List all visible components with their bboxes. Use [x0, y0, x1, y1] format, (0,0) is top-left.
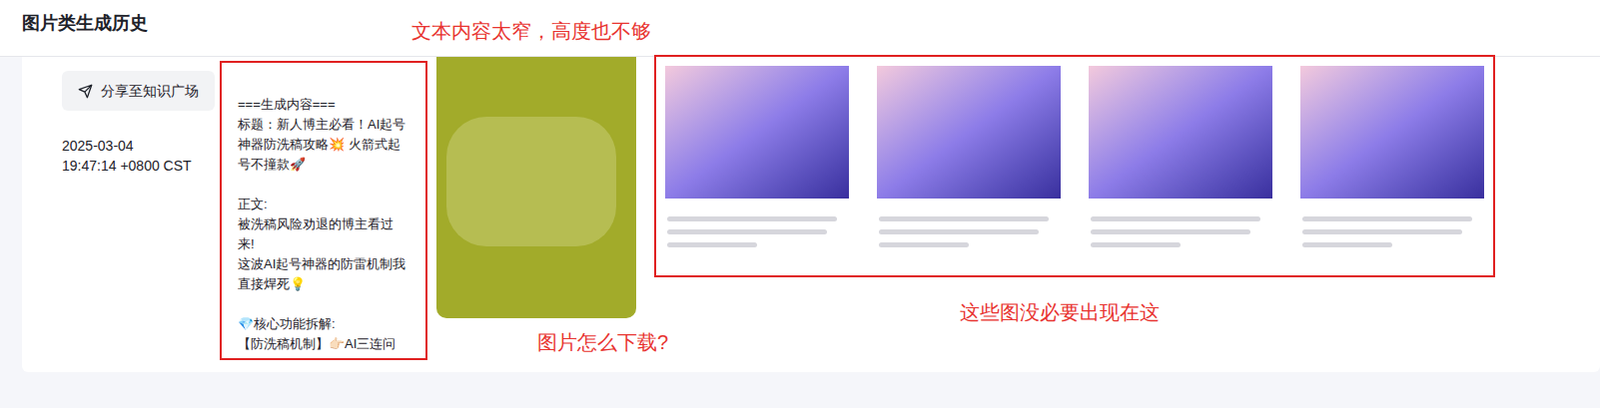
line [878, 242, 969, 248]
date: 2025-03-04 [61, 135, 220, 156]
line [667, 242, 758, 248]
caption-lines [1294, 204, 1491, 248]
caption-lines [1082, 204, 1279, 248]
page-title: 图片类生成历史 [21, 9, 1579, 36]
line [1302, 216, 1473, 222]
image-frame [654, 54, 1496, 278]
brush-shape [446, 116, 617, 247]
illustration [870, 59, 1067, 205]
annotation: 文本内容太窄，高度也不够 [411, 17, 652, 44]
caption-lines [870, 204, 1067, 248]
share-label: 分享至知识广场 [100, 80, 199, 102]
line [1090, 216, 1261, 222]
line [667, 216, 837, 222]
line [878, 229, 1039, 235]
generated-text: ===生成内容=== 标题：新人博主必看！AI起号神器防洗稿攻略💥 火箭式起号不… [219, 60, 428, 361]
cover-image[interactable] [436, 56, 637, 319]
line [1302, 229, 1463, 235]
line [1090, 242, 1181, 248]
feature-image[interactable] [659, 59, 855, 273]
caption-lines [659, 204, 855, 248]
share-button[interactable]: 分享至知识广场 [61, 70, 215, 111]
line [1302, 242, 1393, 248]
feature-image[interactable] [870, 59, 1067, 273]
illustration [659, 59, 855, 205]
meta-column: 分享至知识广场 2025-03-0419:47:14 +0800 CST [21, 56, 220, 176]
line [1090, 229, 1251, 235]
annotation: 图片怎么下载? [537, 329, 669, 356]
annotation: 这些图没必要出现在这 [959, 299, 1160, 326]
line [878, 216, 1049, 222]
illustration [1082, 59, 1279, 205]
time: 19:47:14 +0800 CST [61, 155, 220, 176]
feature-image[interactable] [1294, 59, 1491, 273]
line [667, 229, 827, 235]
feature-image[interactable] [1082, 59, 1279, 273]
send-icon [77, 83, 93, 99]
history-card: 分享至知识广场 2025-03-0419:47:14 +0800 CST===生成… [21, 56, 1600, 373]
page-header: 图片类生成历史 [0, 0, 1600, 57]
timestamp: 2025-03-0419:47:14 +0800 CST [61, 135, 220, 176]
illustration [1294, 59, 1491, 205]
